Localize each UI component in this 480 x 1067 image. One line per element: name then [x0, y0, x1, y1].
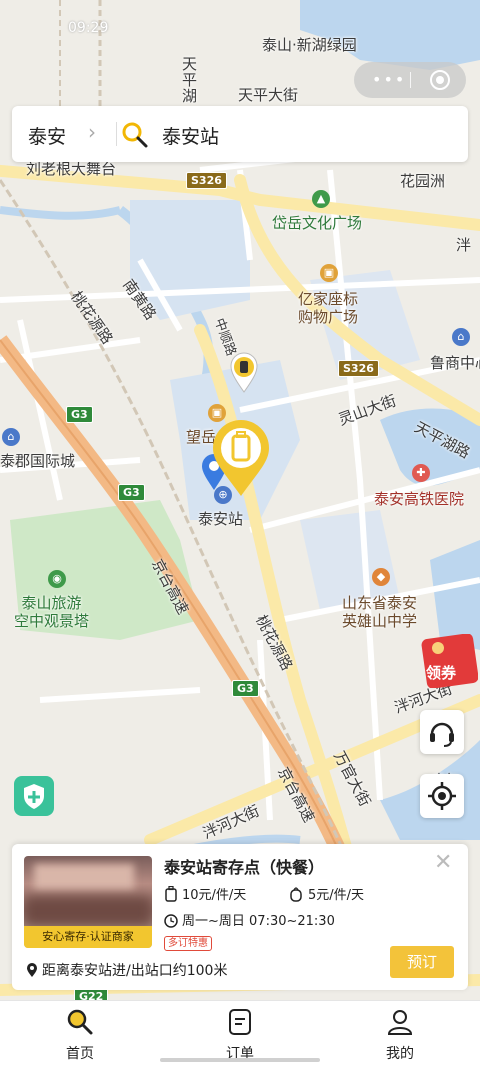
map-label-daiyue: 岱岳文化广场: [272, 214, 363, 232]
search-icon: [67, 1009, 93, 1035]
safety-button[interactable]: [14, 776, 54, 816]
storage-pin-selected[interactable]: [210, 420, 272, 498]
capsule-divider: [410, 72, 411, 88]
locate-button[interactable]: [420, 774, 464, 818]
shopping-icon: ▣: [320, 264, 338, 282]
map-label-tianping-street: 天平大街: [238, 86, 299, 104]
map-label-tour-tower: 泰山旅游 空中观景塔: [14, 594, 90, 630]
price-large: 10元/件/天: [182, 888, 247, 903]
price-large-row: 10元/件/天: [164, 884, 246, 903]
shield-plus-icon: [24, 784, 44, 809]
location-icon: [27, 963, 37, 977]
headset-icon: [430, 722, 454, 747]
search-input[interactable]: 泰安站: [162, 122, 219, 149]
map-label-station: 泰安站: [198, 510, 244, 528]
map-label-liulao: 刘老根大舞台: [26, 160, 117, 178]
more-icon[interactable]: •••: [372, 70, 406, 89]
distance-text: 距离泰安站进/出站口约100米: [42, 963, 228, 979]
road-shield-s326: S326: [186, 172, 227, 189]
city-selector[interactable]: 泰安: [28, 122, 66, 149]
tab-mine[interactable]: 我的: [350, 1007, 450, 1063]
distance-row: 距离泰安站进/出站口约100米: [26, 960, 227, 980]
building-icon: ⌂: [452, 328, 470, 346]
promo-badge: 多订特惠: [164, 936, 212, 951]
coupon-label: 领券: [426, 664, 457, 682]
tab-home[interactable]: 首页: [30, 1007, 130, 1063]
order-icon: [229, 1009, 251, 1035]
search-bar[interactable]: 泰安 › 泰安站: [12, 106, 468, 162]
coupon-button[interactable]: 领券: [420, 633, 479, 689]
tab-home-label: 首页: [66, 1046, 94, 1062]
park-icon: ▲: [312, 190, 330, 208]
camera-icon: ◉: [48, 570, 66, 588]
storage-pin-small[interactable]: [230, 352, 258, 394]
road-shield-g3: G3: [66, 406, 93, 423]
store-title: 泰安站寄存点（快餐）: [164, 858, 325, 877]
map-label-park: 泰山·新湖绿园: [262, 36, 357, 54]
school-icon: ◆: [372, 568, 390, 586]
chevron-right-icon[interactable]: ›: [88, 120, 96, 144]
map-label-luoshang: 鲁商中心: [430, 354, 480, 372]
miniprogram-capsule[interactable]: •••: [354, 62, 466, 98]
road-shield-s326-2: S326: [338, 360, 379, 377]
certified-merchant-tag: 安心寄存·认证商家: [24, 926, 152, 948]
building-icon-2: ⌂: [2, 428, 20, 446]
status-bar: 09:29: [0, 14, 480, 42]
suitcase-icon: [165, 886, 177, 902]
tab-bar: 首页 订单 我的: [0, 1000, 480, 1067]
road-shield-g3-3: G3: [232, 680, 259, 697]
search-icon[interactable]: [120, 120, 150, 150]
home-indicator: [160, 1058, 320, 1062]
search-divider: [116, 122, 117, 146]
map-label-yang: 泮: [456, 236, 472, 254]
price-small: 5元/件/天: [308, 888, 365, 903]
close-miniprogram-icon[interactable]: [430, 70, 450, 90]
map-label-huayuanzhou: 花园洲: [400, 172, 446, 190]
price-small-row: 5元/件/天: [288, 884, 364, 903]
backpack-icon: [290, 887, 302, 902]
store-photo: 安心寄存·认证商家: [24, 856, 152, 948]
user-icon: [387, 1010, 413, 1035]
road-shield-g3-2: G3: [118, 484, 145, 501]
map-label-yijia: 亿家座标 购物广场: [298, 290, 359, 326]
clock-icon: [164, 914, 178, 928]
storage-info-card[interactable]: 安心寄存·认证商家 泰安站寄存点（快餐） ✕ 10元/件/天 5元/件/天 周一…: [12, 844, 468, 990]
status-time: 09:29: [68, 20, 109, 36]
map-label-guojicheng: 泰郡国际城: [0, 452, 76, 470]
tab-orders[interactable]: 订单: [190, 1007, 290, 1063]
map-label-school: 山东省泰安 英雄山中学: [342, 594, 418, 630]
hours-row: 周一~周日 07:30~21:30: [164, 910, 335, 929]
hospital-icon: ✚: [412, 464, 430, 482]
customer-service-button[interactable]: [420, 710, 464, 754]
map-label-hospital: 泰安高铁医院: [374, 490, 465, 508]
tab-mine-label: 我的: [386, 1046, 414, 1062]
crosshair-icon: [428, 782, 456, 810]
book-button[interactable]: 预订: [390, 946, 454, 978]
business-hours: 周一~周日 07:30~21:30: [182, 914, 335, 929]
map-label-tianping-lake: 天平湖: [180, 56, 198, 104]
close-icon[interactable]: ✕: [434, 850, 452, 875]
